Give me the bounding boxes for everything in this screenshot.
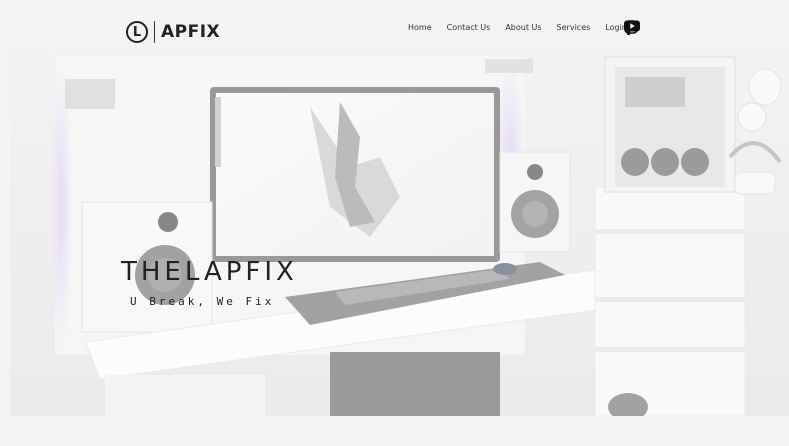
nav-services[interactable]: Services	[557, 23, 591, 32]
logo-mark: L	[126, 21, 148, 43]
brand-logo[interactable]: L APFIX	[126, 19, 220, 45]
main-nav: Home Contact Us About Us Services Login	[408, 23, 627, 32]
nav-about-us[interactable]: About Us	[505, 23, 541, 32]
hero-background-image	[10, 7, 789, 416]
logo-divider	[154, 21, 155, 43]
nav-home[interactable]: Home	[408, 23, 432, 32]
page: L APFIX Home Contact Us About Us Service…	[0, 0, 789, 446]
nav-contact-us[interactable]: Contact Us	[447, 23, 491, 32]
hero-banner: L APFIX Home Contact Us About Us Service…	[10, 7, 789, 416]
hero-tagline: U Break, We Fix	[130, 295, 275, 308]
hero-title: THELAPFIX	[121, 257, 298, 287]
brand-name: APFIX	[161, 22, 221, 42]
